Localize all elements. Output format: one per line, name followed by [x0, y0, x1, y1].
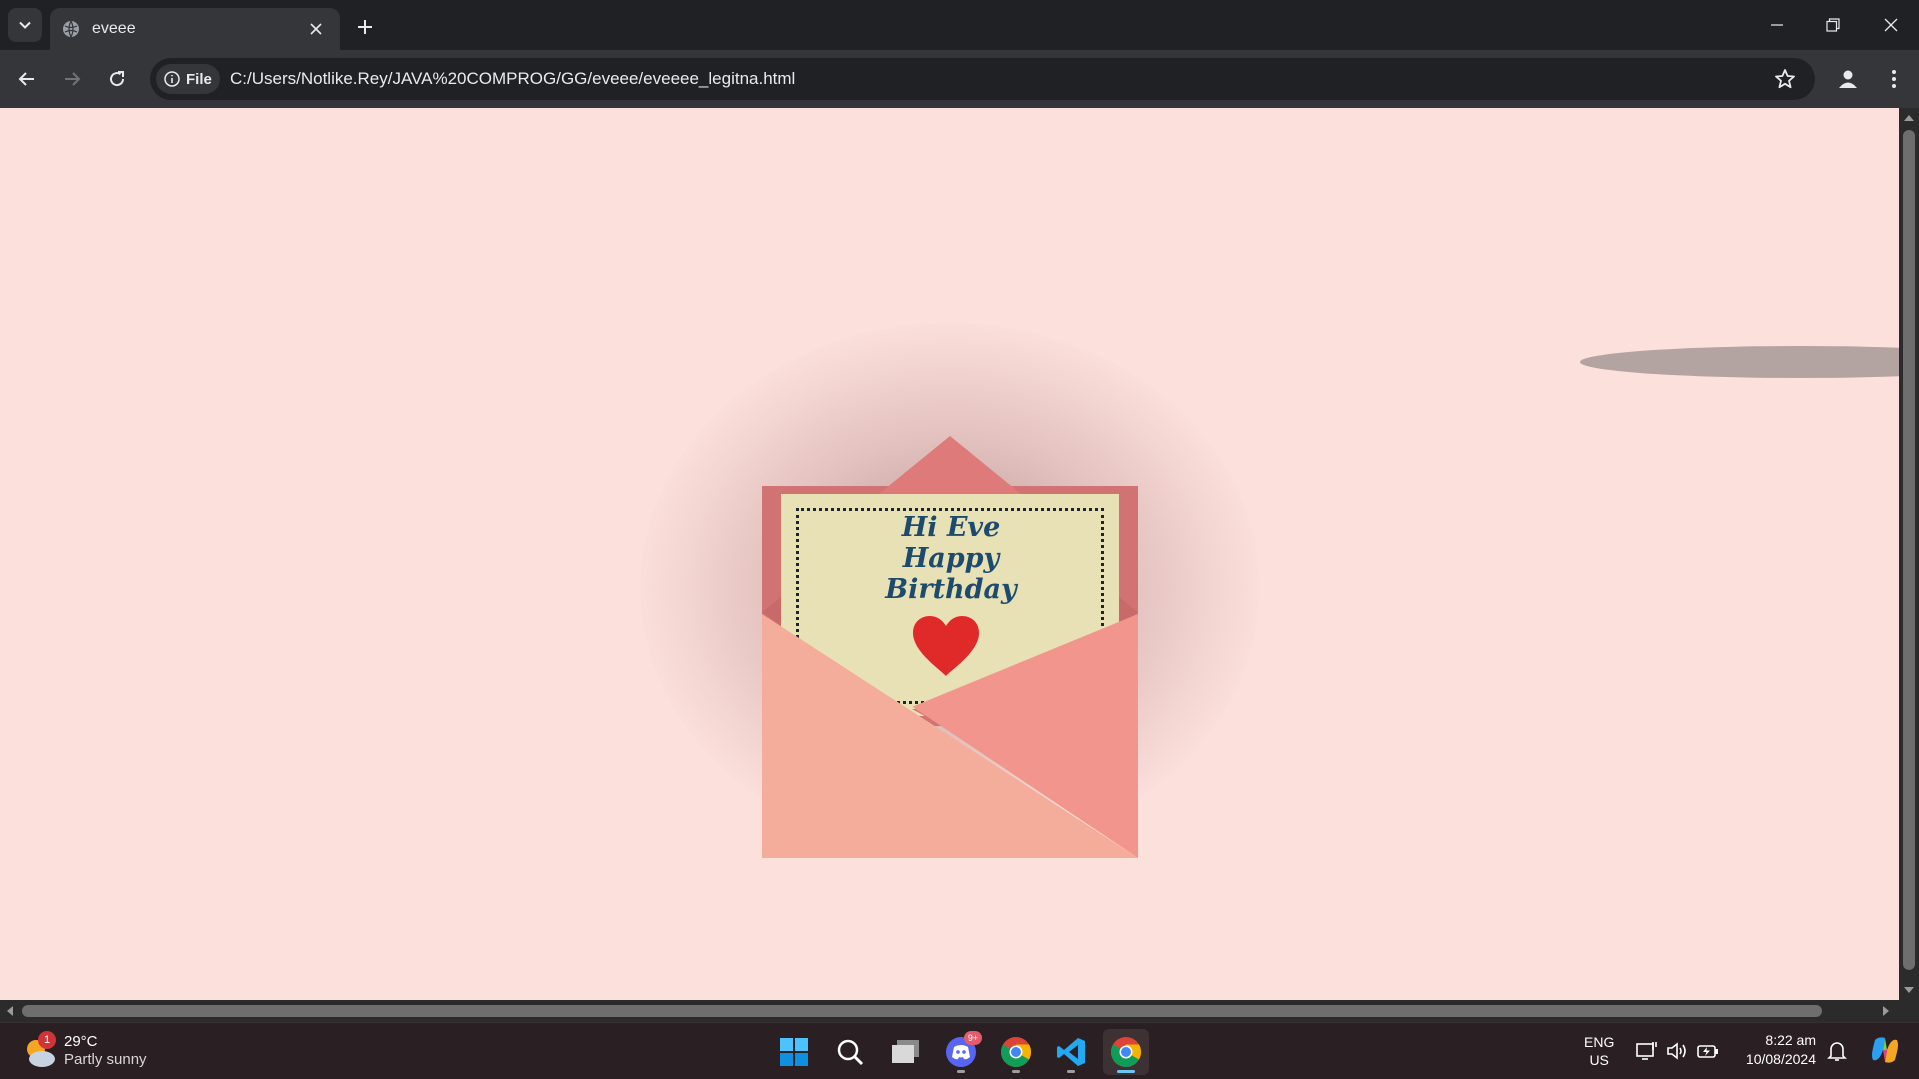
kebab-menu-icon — [1892, 70, 1896, 88]
bookmark-star-icon[interactable] — [1773, 67, 1797, 91]
restore-icon — [1826, 18, 1840, 32]
reload-button[interactable] — [101, 63, 133, 95]
reload-icon — [110, 71, 125, 87]
close-icon — [310, 23, 322, 35]
region-code: US — [1589, 1052, 1609, 1068]
close-window-button[interactable] — [1876, 10, 1906, 40]
task-view-icon — [892, 1040, 919, 1063]
restore-button[interactable] — [1818, 10, 1848, 40]
scroll-right-arrow[interactable] — [1883, 1006, 1889, 1016]
browser-titlebar: eveee — [0, 0, 1919, 50]
scroll-down-arrow[interactable] — [1904, 987, 1914, 993]
weather-temperature: 29°C — [64, 1033, 98, 1050]
card-message: Hi Eve Happy Birthday — [851, 512, 1051, 605]
discord-app[interactable]: 9+ — [938, 1029, 984, 1075]
network-tray[interactable] — [1635, 1039, 1659, 1063]
chrome-icon — [1110, 1037, 1142, 1068]
tab-close-button[interactable] — [304, 17, 328, 41]
vertical-scrollbar[interactable] — [1899, 108, 1919, 1000]
minimize-button[interactable] — [1762, 10, 1792, 40]
browser-tab[interactable]: eveee — [50, 8, 340, 50]
start-button[interactable] — [771, 1029, 817, 1075]
horizontal-scrollbar[interactable] — [0, 1000, 1919, 1022]
info-icon — [164, 71, 180, 87]
taskbar-search-button[interactable] — [827, 1029, 873, 1075]
language-code: ENG — [1584, 1034, 1615, 1050]
address-bar[interactable]: File C:/Users/Notlike.Rey/JAVA%20COMPROG… — [150, 58, 1815, 100]
active-indicator — [1117, 1070, 1135, 1073]
battery-tray[interactable] — [1696, 1039, 1720, 1063]
forward-button[interactable] — [56, 63, 88, 95]
discord-badge: 9+ — [964, 1031, 982, 1045]
task-view-button[interactable] — [883, 1029, 929, 1075]
horizontal-scroll-thumb[interactable] — [22, 1005, 1822, 1017]
running-indicator — [1012, 1070, 1020, 1073]
copilot-icon — [1872, 1037, 1898, 1063]
arrow-left-icon — [18, 72, 34, 86]
minimize-icon — [1771, 24, 1783, 26]
battery-charging-icon — [1697, 1045, 1718, 1058]
scroll-up-arrow[interactable] — [1904, 115, 1914, 121]
clock-date: 10/08/2024 — [1745, 1051, 1816, 1067]
page-viewport: Hi Eve Happy Birthday — [0, 108, 1899, 1000]
system-clock[interactable]: 8:22 am 10/08/2024 — [1736, 1031, 1816, 1069]
weather-widget[interactable]: 1 29°C Partly sunny — [22, 1031, 182, 1073]
tab-title: eveee — [92, 20, 136, 37]
profile-button[interactable] — [1833, 64, 1863, 94]
chevron-down-icon — [19, 21, 31, 29]
plus-icon — [358, 20, 372, 34]
arrow-right-icon — [65, 72, 81, 86]
browser-toolbar: File C:/Users/Notlike.Rey/JAVA%20COMPROG… — [0, 50, 1919, 108]
back-button[interactable] — [11, 63, 43, 95]
heart-icon — [913, 616, 979, 676]
site-info-label: File — [186, 70, 212, 88]
volume-icon — [1667, 1042, 1686, 1060]
copilot-button[interactable] — [1868, 1033, 1902, 1067]
card-line-2: Happy — [902, 543, 1000, 574]
birthday-envelope[interactable]: Hi Eve Happy Birthday — [762, 326, 1138, 858]
site-info-chip[interactable]: File — [156, 64, 220, 94]
weather-condition: Partly sunny — [64, 1051, 147, 1068]
globe-icon — [63, 20, 79, 38]
card-line-1: Hi Eve — [901, 512, 1001, 543]
notifications-button[interactable] — [1825, 1039, 1849, 1063]
profile-icon — [1839, 70, 1857, 88]
windows-logo-icon — [780, 1038, 808, 1066]
tab-search-button[interactable] — [8, 8, 42, 42]
search-icon — [837, 1039, 864, 1066]
chrome-app[interactable] — [993, 1029, 1039, 1075]
notification-bell-icon — [1827, 1042, 1847, 1061]
volume-tray[interactable] — [1665, 1039, 1689, 1063]
chrome-app-active[interactable] — [1103, 1029, 1149, 1075]
new-tab-button[interactable] — [350, 12, 380, 42]
weather-badge: 1 — [38, 1031, 56, 1049]
network-icon — [1636, 1042, 1657, 1060]
running-indicator — [1067, 1070, 1075, 1073]
vertical-scroll-thumb[interactable] — [1903, 130, 1915, 970]
vscode-app[interactable] — [1048, 1029, 1094, 1075]
windows-taskbar: 1 29°C Partly sunny 9+ ENG US 8:22 am 10… — [0, 1022, 1919, 1079]
language-indicator[interactable]: ENG US — [1584, 1033, 1614, 1069]
menu-button[interactable] — [1879, 64, 1909, 94]
chrome-icon — [1000, 1037, 1032, 1068]
running-indicator — [957, 1070, 965, 1073]
scroll-left-arrow[interactable] — [7, 1006, 13, 1016]
floating-shadow — [1580, 346, 1899, 378]
card-line-3: Birthday — [885, 574, 1017, 605]
vscode-icon — [1057, 1038, 1085, 1066]
close-icon — [1884, 18, 1898, 32]
url-text[interactable]: C:/Users/Notlike.Rey/JAVA%20COMPROG/GG/e… — [230, 69, 795, 89]
clock-time: 8:22 am — [1765, 1032, 1816, 1048]
